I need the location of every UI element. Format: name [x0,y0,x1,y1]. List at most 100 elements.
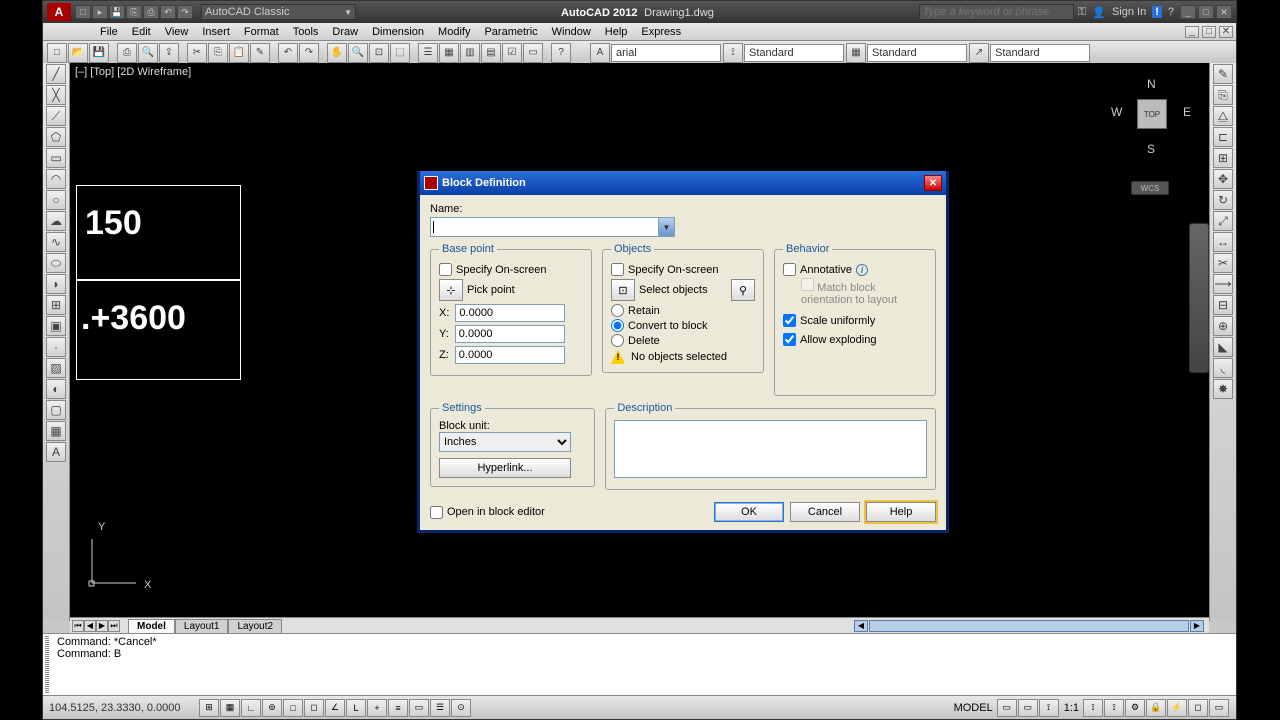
tablestyle-combo[interactable]: Standard [867,44,967,62]
textstyle-icon[interactable]: A [590,43,610,63]
retain-radio[interactable]: Retain [611,304,755,317]
zoom-rt-icon[interactable]: 🔍 [348,43,368,63]
dimstyle-combo[interactable]: Standard [744,44,844,62]
pline-icon[interactable]: ⟋ [46,106,66,126]
z-input[interactable] [455,346,565,364]
save-icon[interactable]: 💾 [109,5,125,19]
quick-select-button[interactable]: ⚲ [731,279,755,301]
ortho-icon[interactable]: ∟ [241,699,261,717]
tab-first-icon[interactable]: ⏮ [72,620,84,632]
3dosnap-icon[interactable]: ◻ [304,699,324,717]
new-icon[interactable]: □ [75,5,91,19]
viewcube-e[interactable]: E [1183,105,1191,119]
offset-icon[interactable]: ⊏ [1213,127,1233,147]
ducs-icon[interactable]: L [346,699,366,717]
annoscale-icon[interactable]: ⟟ [1039,699,1059,717]
help2-icon[interactable]: ? [551,43,571,63]
cut-icon[interactable]: ✂ [187,43,207,63]
toolpal-icon[interactable]: ▥ [460,43,480,63]
navigation-bar[interactable] [1189,223,1209,373]
extend-icon[interactable]: ⟶ [1213,274,1233,294]
undo-icon[interactable]: ↶ [160,5,176,19]
point-icon[interactable]: · [46,337,66,357]
mtext-icon[interactable]: A [46,442,66,462]
break-icon[interactable]: ⊟ [1213,295,1233,315]
hscroll-left-icon[interactable]: ◀ [854,620,868,632]
dcenter-icon[interactable]: ▦ [439,43,459,63]
saveas-icon[interactable]: ⎘ [126,5,142,19]
grid-icon[interactable]: ▦ [220,699,240,717]
bp-specify-checkbox[interactable]: Specify On-screen [439,263,583,276]
plot-icon[interactable]: ⎙ [117,43,137,63]
dyn-icon[interactable]: + [367,699,387,717]
xline-icon[interactable]: ╳ [46,85,66,105]
annoautoscale-icon[interactable]: ⟟ [1104,699,1124,717]
line-icon[interactable]: ╱ [46,64,66,84]
open-in-editor-checkbox[interactable]: Open in block editor [430,504,545,520]
osnap-icon[interactable]: □ [283,699,303,717]
hatch-icon[interactable]: ▨ [46,358,66,378]
annotative-checkbox[interactable]: Annotative i [783,263,927,276]
obj-specify-checkbox[interactable]: Specify On-screen [611,263,755,276]
command-line[interactable]: Command: *Cancel* Command: B [43,633,1236,695]
tab-prev-icon[interactable]: ◀ [84,620,96,632]
erase-icon[interactable]: ✎ [1213,64,1233,84]
y-input[interactable] [455,325,565,343]
info-icon[interactable]: i [856,264,868,276]
hscroll-track[interactable] [869,620,1189,632]
ellipse-icon[interactable]: ⬭ [46,253,66,273]
workspace-dropdown[interactable]: AutoCAD Classic ▼ [201,4,356,20]
region-icon[interactable]: ▢ [46,400,66,420]
print-icon[interactable]: ⎙ [143,5,159,19]
exchange-icon[interactable]: ! [1152,6,1162,18]
minimize-button[interactable]: _ [1180,5,1196,19]
table-icon[interactable]: ▦ [46,421,66,441]
mleaderstyle-icon[interactable]: ↗ [969,43,989,63]
coords-display[interactable]: 104.5125, 23.3330, 0.0000 [49,702,199,714]
sc-icon[interactable]: ⊙ [451,699,471,717]
signin-link[interactable]: Sign In [1112,6,1146,18]
otrack-icon[interactable]: ∠ [325,699,345,717]
block-unit-select[interactable]: Inches [439,432,571,452]
menu-express[interactable]: Express [634,25,688,39]
menu-tools[interactable]: Tools [286,25,326,39]
tablestyle-icon[interactable]: ▦ [846,43,866,63]
paste-icon[interactable]: 📋 [229,43,249,63]
menu-draw[interactable]: Draw [325,25,365,39]
mleaderstyle-combo[interactable]: Standard [990,44,1090,62]
hscroll-right-icon[interactable]: ▶ [1190,620,1204,632]
rotate-icon[interactable]: ↻ [1213,190,1233,210]
pan-icon[interactable]: ✋ [327,43,347,63]
ws-switch-icon[interactable]: ⚙ [1125,699,1145,717]
array-icon[interactable]: ⊞ [1213,148,1233,168]
annovisibility-icon[interactable]: ⟟ [1083,699,1103,717]
scale-display[interactable]: 1:1 [1064,702,1079,714]
description-textarea[interactable] [614,420,927,478]
lwt-icon[interactable]: ≡ [388,699,408,717]
close-button[interactable]: ✕ [1216,5,1232,19]
doc-close-button[interactable]: ✕ [1219,26,1233,38]
revcloud-icon[interactable]: ☁ [46,211,66,231]
sheets-icon[interactable]: ▤ [481,43,501,63]
viewcube-n[interactable]: N [1147,77,1156,91]
block-name-input[interactable]: ▼ [430,217,675,237]
wcs-badge[interactable]: WCS [1131,181,1169,195]
tab-next-icon[interactable]: ▶ [96,620,108,632]
isolate-icon[interactable]: ◻ [1188,699,1208,717]
tpy-icon[interactable]: ▭ [409,699,429,717]
zoom-win-icon[interactable]: ⊡ [369,43,389,63]
scale-icon[interactable]: ⤢ [1213,211,1233,231]
scale-uniformly-checkbox[interactable]: Scale uniformly [783,314,927,327]
cancel-button[interactable]: Cancel [790,502,860,522]
model-space-button[interactable]: MODEL [954,702,993,714]
menu-parametric[interactable]: Parametric [477,25,544,39]
undo2-icon[interactable]: ↶ [278,43,298,63]
match-icon[interactable]: ✎ [250,43,270,63]
hyperlink-button[interactable]: Hyperlink... [439,458,571,478]
open-icon[interactable]: ▸ [92,5,108,19]
ellipsearc-icon[interactable]: ◗ [46,274,66,294]
hardware-accel-icon[interactable]: ⚡ [1167,699,1187,717]
menu-help[interactable]: Help [598,25,635,39]
font-combo[interactable]: arial [611,44,721,62]
quickview-dwg-icon[interactable]: ▭ [1018,699,1038,717]
